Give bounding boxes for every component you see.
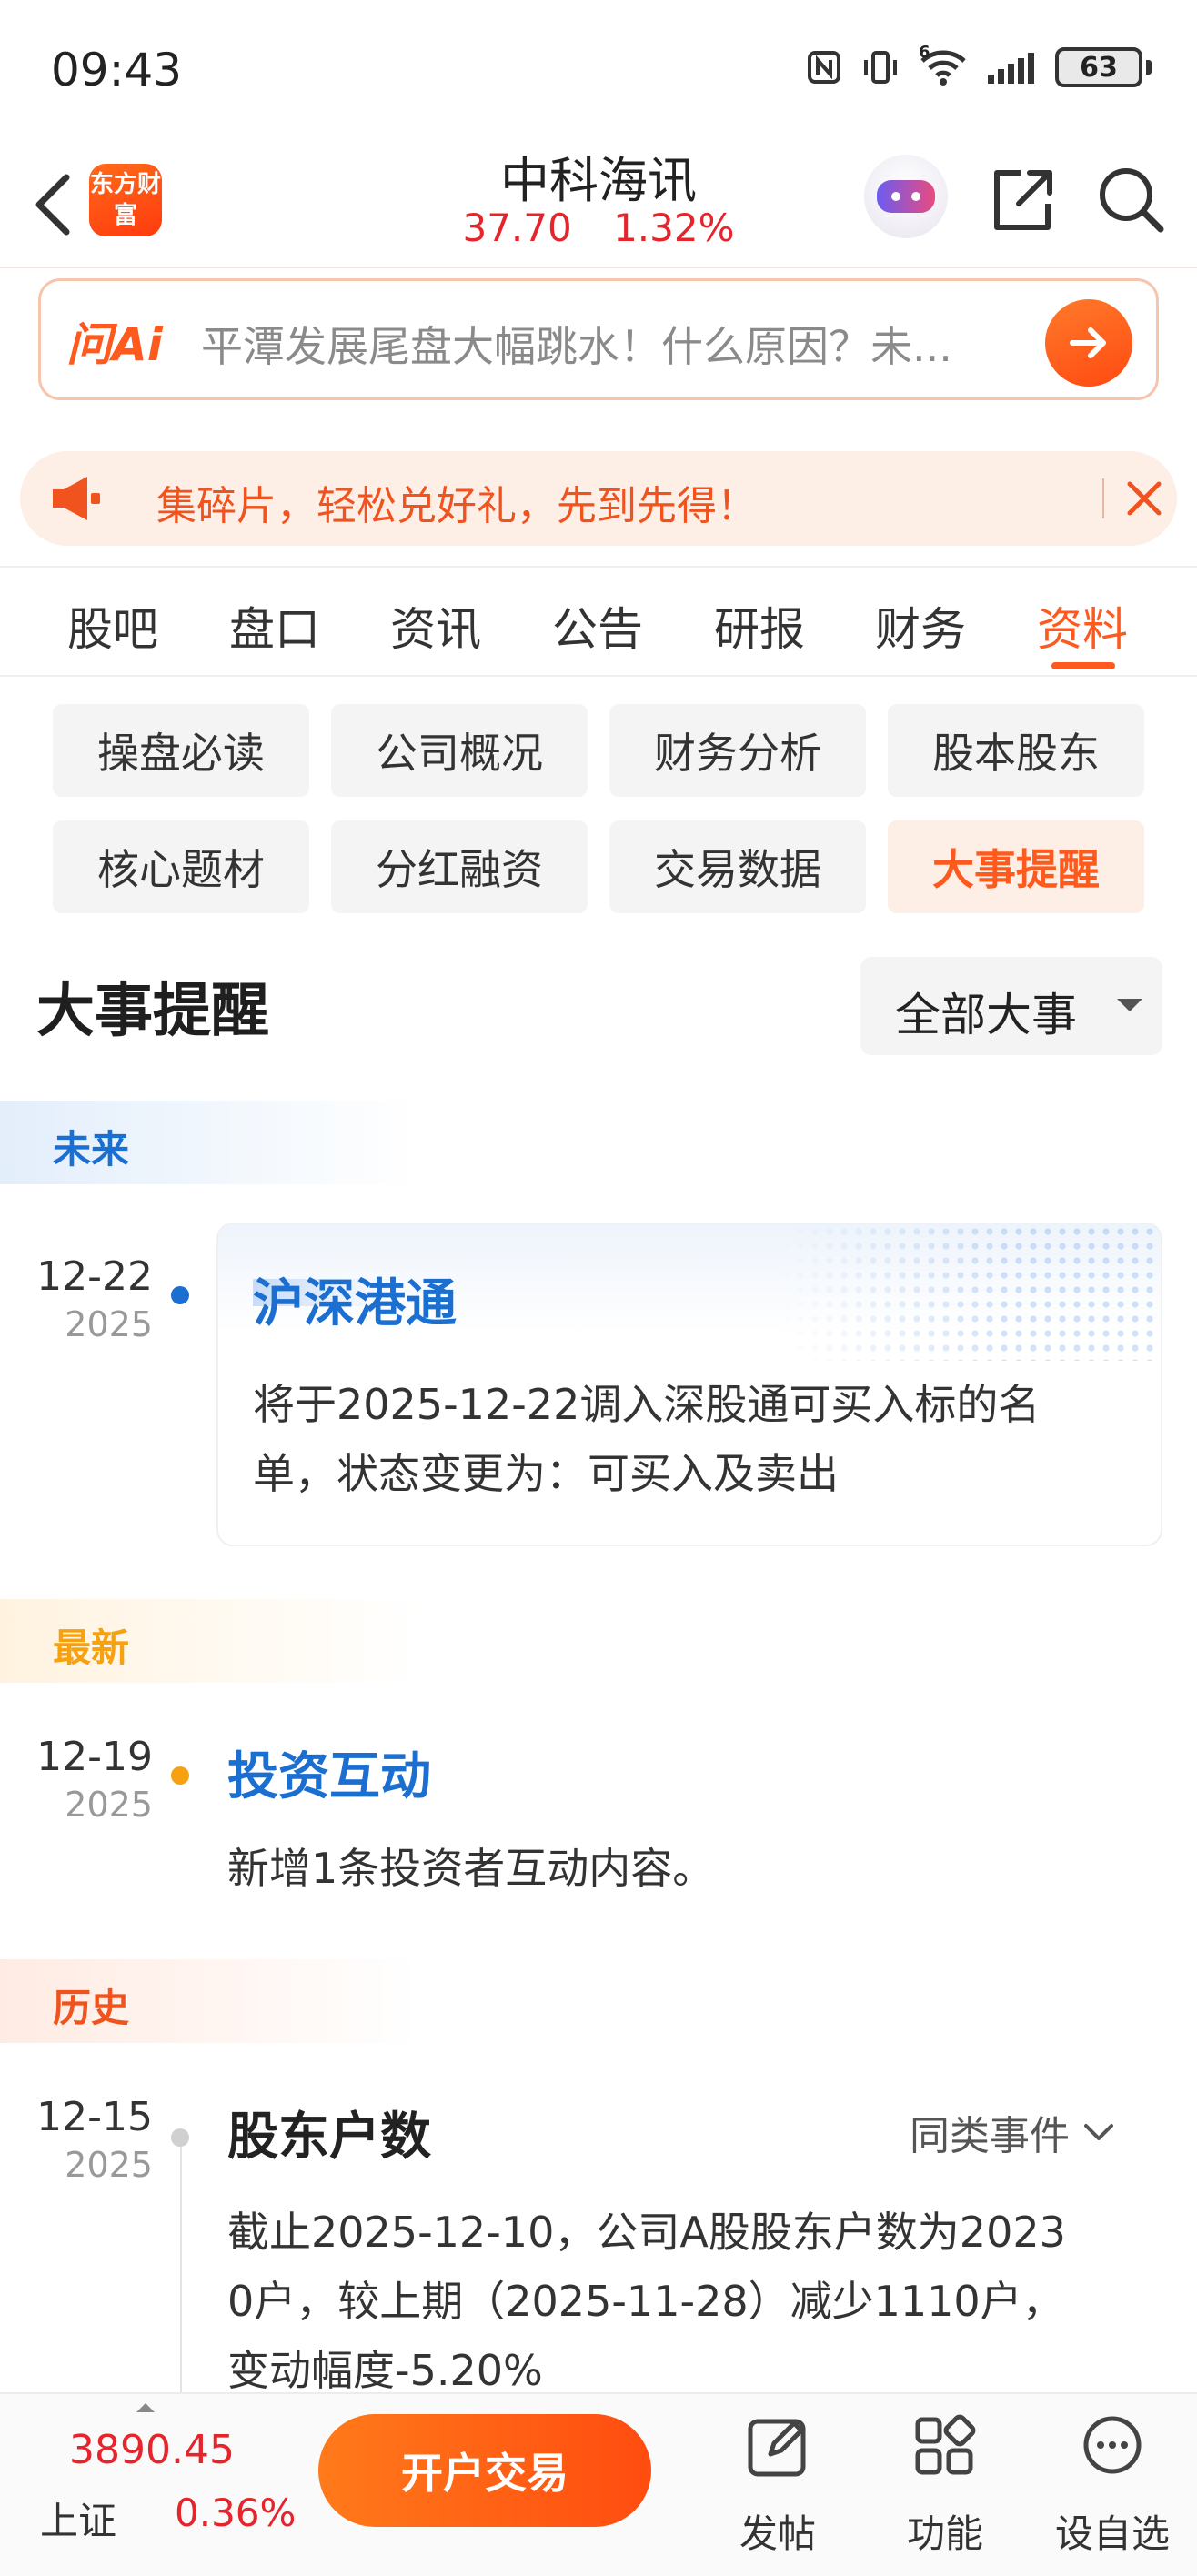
open-account-trade-button[interactable]: 开户交易 <box>318 2414 651 2527</box>
battery-icon: 63 <box>1055 47 1142 87</box>
promo-text: 集碎片，轻松兑好礼，先到先得！ <box>156 483 757 529</box>
nav-add-watchlist[interactable]: 设自选 <box>1035 2394 1190 2576</box>
similar-events-label: 同类事件 <box>910 2113 1070 2159</box>
event-date: 12-22 <box>36 1253 153 1300</box>
page-title: 大事提醒 <box>36 978 269 1045</box>
event-title: 沪深港通 <box>253 1274 457 1333</box>
arrow-right-icon <box>1070 327 1106 358</box>
group-history-label: 历史 <box>53 1986 130 2030</box>
expand-caret-icon[interactable] <box>136 2403 155 2412</box>
chat-bubble-icon <box>1083 2416 1142 2474</box>
index-name[interactable]: 上证 <box>40 2490 116 2546</box>
event-card-hsgt[interactable]: 沪深港通 将于2025-12-22调入深股通可买入标的名 单，状态变更为：可买入… <box>216 1223 1162 1546</box>
stock-header: 东方财富 中科海讯 37.70 1.32% <box>0 136 1197 268</box>
subtab-trading-guide[interactable]: 操盘必读 <box>53 704 309 797</box>
card-pattern <box>779 1224 1161 1361</box>
group-history: 历史 <box>0 1959 418 2043</box>
event-body-line: 截止2025-12-10，公司A股股东户数为2023 <box>227 2208 1066 2257</box>
close-icon <box>1127 481 1162 516</box>
nav-post[interactable]: 发帖 <box>700 2394 855 2576</box>
status-bar: 09:43 6 63 <box>0 0 1197 136</box>
timeline-dot <box>171 1286 189 1304</box>
vibrate-icon <box>864 51 897 84</box>
megaphone-icon <box>53 477 100 520</box>
subtab-major-events[interactable]: 大事提醒 <box>888 820 1144 913</box>
subtab-core-themes[interactable]: 核心题材 <box>53 820 309 913</box>
event-body-line: 0户，较上期（2025-11-28）减少1110户， <box>227 2277 1064 2326</box>
event-body-line: 将于2025-12-22调入深股通可买入标的名 <box>253 1380 1041 1429</box>
nfc-icon <box>808 51 840 84</box>
nav-post-label: 发帖 <box>739 2511 816 2556</box>
share-icon <box>994 170 1052 230</box>
ai-ask-bar[interactable]: 问Ai 平潭发展尾盘大幅跳水！什么原因？未... <box>38 278 1159 400</box>
timeline-line <box>180 2147 182 2401</box>
battery-tip <box>1146 60 1152 75</box>
active-tab-indicator <box>1051 662 1115 669</box>
wifi-icon: 6 <box>919 43 968 86</box>
timeline-dot <box>171 1766 189 1785</box>
event-filter-dropdown[interactable]: 全部大事 <box>860 957 1162 1055</box>
event-date: 12-15 <box>36 2094 153 2140</box>
edit-icon <box>748 2419 806 2477</box>
robot-icon <box>877 180 935 213</box>
subtab-dividends-financing[interactable]: 分红融资 <box>331 820 588 913</box>
event-date: 12-19 <box>36 1734 153 1780</box>
timeline-dot <box>171 2128 189 2147</box>
event-body-line: 单，状态变更为：可买入及卖出 <box>253 1449 839 1498</box>
search-icon <box>1100 168 1164 233</box>
nav-functions-label: 功能 <box>906 2511 983 2556</box>
ai-question-text[interactable]: 平潭发展尾盘大幅跳水！什么原因？未... <box>201 314 1038 374</box>
event-year: 2025 <box>65 2145 153 2185</box>
ai-go-button[interactable] <box>1045 299 1132 387</box>
group-future-label: 未来 <box>53 1127 130 1172</box>
signal-icon <box>988 53 1034 84</box>
share-button[interactable] <box>986 164 1059 236</box>
main-tabs: 股吧 盘口 资讯 公告 研报 财务 资料 <box>0 566 1197 677</box>
event-year: 2025 <box>65 1304 153 1344</box>
event-title-shareholder-count: 股东户数 <box>227 2108 431 2167</box>
tab-pankou[interactable]: 盘口 <box>229 593 320 659</box>
index-value[interactable]: 3890.45 <box>69 2427 235 2473</box>
caret-down-icon <box>1117 999 1142 1011</box>
event-body: 新增1条投资者互动内容。 <box>227 1844 715 1893</box>
event-title-investor-interaction[interactable]: 投资互动 <box>227 1736 431 1809</box>
subtab-financial-analysis[interactable]: 财务分析 <box>609 704 866 797</box>
ai-label: 问Ai <box>66 318 163 371</box>
promo-banner[interactable]: 集碎片，轻松兑好礼，先到先得！ <box>20 451 1177 546</box>
tab-research[interactable]: 研报 <box>714 593 805 659</box>
event-filter-label: 全部大事 <box>895 989 1077 1041</box>
tab-guba[interactable]: 股吧 <box>67 593 158 659</box>
subtab-company-overview[interactable]: 公司概况 <box>331 704 588 797</box>
index-change[interactable]: 0.36% <box>175 2490 296 2535</box>
bottom-bar: 3890.45 上证 0.36% 开户交易 发帖 功能 设自选 <box>0 2392 1197 2576</box>
stock-price: 37.70 <box>462 206 572 250</box>
group-future: 未来 <box>0 1101 418 1184</box>
grid-icon <box>915 2414 976 2475</box>
tab-news[interactable]: 资讯 <box>390 593 481 659</box>
chevron-down-icon <box>1084 2124 1113 2140</box>
tab-profile[interactable]: 资料 <box>1037 593 1128 659</box>
search-button[interactable] <box>1095 164 1168 236</box>
nav-functions[interactable]: 功能 <box>868 2394 1022 2576</box>
nav-add-watchlist-label: 设自选 <box>1054 2511 1170 2556</box>
group-latest-label: 最新 <box>53 1625 130 1670</box>
status-icons: 6 63 <box>806 43 1152 87</box>
similar-events-button[interactable]: 同类事件 <box>910 2103 1115 2161</box>
tab-announcements[interactable]: 公告 <box>552 593 643 659</box>
event-year: 2025 <box>65 1785 153 1825</box>
group-latest: 最新 <box>0 1599 418 1683</box>
tab-finance[interactable]: 财务 <box>875 593 966 659</box>
stock-change: 1.32% <box>613 206 735 250</box>
subtab-trading-data[interactable]: 交易数据 <box>609 820 866 913</box>
promo-divider <box>1102 478 1104 518</box>
ai-assistant-button[interactable] <box>864 155 948 238</box>
network-badge: 6 <box>919 43 930 62</box>
promo-close-button[interactable] <box>1117 471 1172 526</box>
status-time: 09:43 <box>51 44 183 96</box>
subtab-shareholders[interactable]: 股本股东 <box>888 704 1144 797</box>
